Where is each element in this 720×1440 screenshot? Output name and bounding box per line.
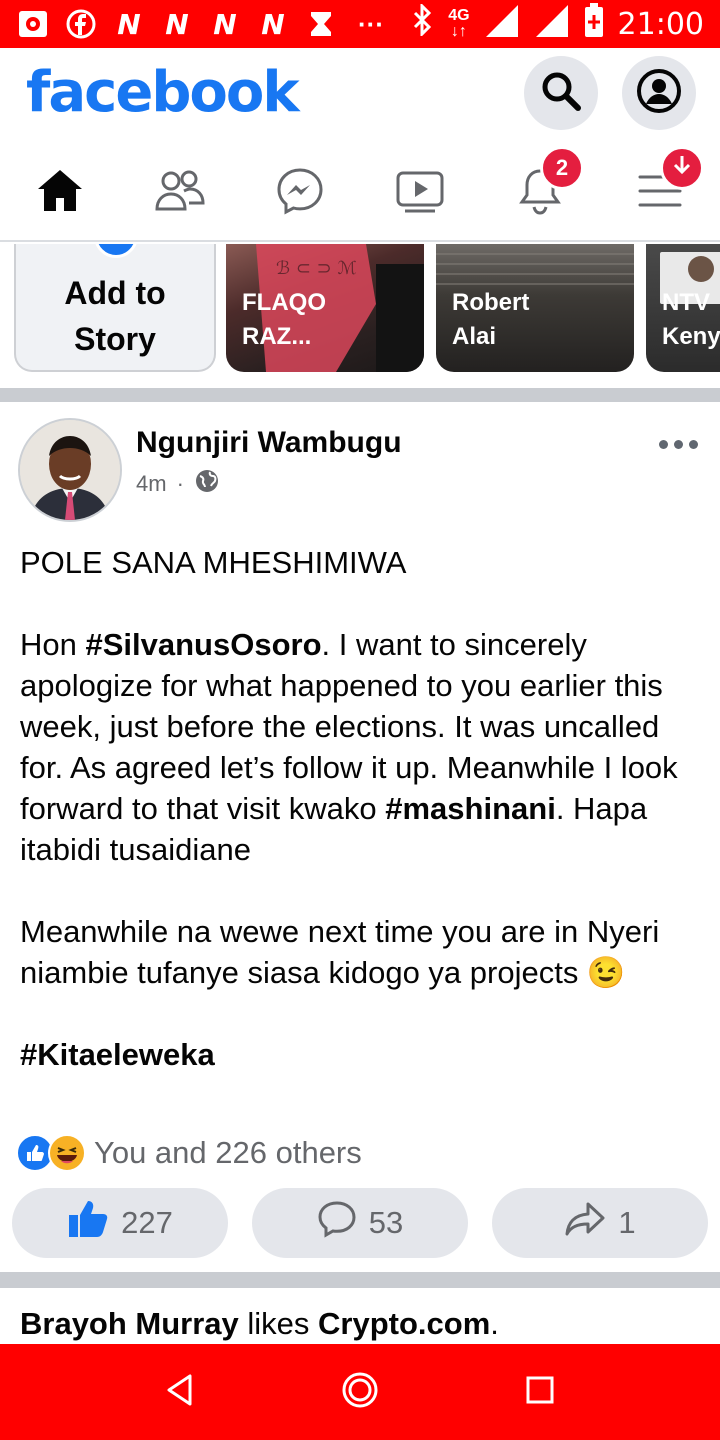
post-paragraph: Hon #SilvanusOsoro. I want to sincerely … [20,624,710,870]
home-nav-icon [341,1371,379,1414]
post-paragraph: #Kitaeleweka [20,1034,710,1075]
comment-count: 53 [368,1205,404,1240]
story-card[interactable]: Robert Alai [436,244,634,372]
tab-menu[interactable] [620,146,704,228]
facebook-logo[interactable]: facebook [26,60,300,125]
author-photo [20,420,120,520]
hourglass-icon [304,9,338,39]
profile-button[interactable] [622,56,696,130]
tab-messenger[interactable] [260,158,340,228]
system-nav-bar [0,1344,720,1440]
stories-tray: Add to Story ℬ ⊂ ⊃ ℳ FLAQO RAZ... Robert… [0,244,720,388]
tab-friends[interactable] [140,158,220,228]
signal-icon [534,3,570,45]
like-button[interactable]: 227 [12,1188,228,1258]
post-meta: 4m · [136,468,220,500]
friends-icon [154,168,206,219]
search-icon [539,69,583,118]
haha-reaction-icon [48,1134,86,1172]
status-right: 4G ↓↑ 21:00 [412,2,704,45]
battery-icon [584,3,604,45]
feed-divider [0,388,720,402]
globe-icon [194,468,220,500]
next-post-header: Brayoh Murray likes Crypto.com. [0,1288,720,1344]
back-icon [165,1373,195,1412]
n-app-icon: N [261,7,285,41]
recents-button[interactable] [520,1372,560,1412]
post-text: POLE SANA MHESHIMIWA Hon #SilvanusOsoro. … [20,542,710,1075]
like-count: 227 [121,1205,173,1240]
share-button[interactable]: 1 [492,1188,708,1258]
add-story-card[interactable]: Add to Story [14,244,216,372]
share-icon [564,1201,606,1245]
tab-home[interactable] [20,158,100,228]
story-name: NTV Keny [662,289,720,350]
watch-icon [395,168,445,219]
like-icon [67,1199,109,1247]
comment-button[interactable]: 53 [252,1188,468,1258]
download-arrow-icon [672,154,692,182]
home-nav-button[interactable] [340,1372,380,1412]
tab-watch[interactable] [380,158,460,228]
back-button[interactable] [160,1372,200,1412]
facebook-icon [64,9,98,39]
story-card[interactable]: NTV Keny [646,244,720,372]
meta-separator: · [176,471,184,496]
post-blank-line [20,583,710,624]
next-post-verb: likes [238,1306,319,1341]
tab-bar: 2 [0,144,720,242]
more-icons: ··· [358,8,384,39]
app-header: facebook [0,48,720,144]
post-time[interactable]: 4m [136,471,167,497]
story-card[interactable]: ℬ ⊂ ⊃ ℳ FLAQO RAZ... [226,244,424,372]
post-text-segment: Hon [20,627,86,662]
notification-badge: 2 [540,146,584,190]
reaction-count-text: You and 226 others [94,1135,362,1170]
hashtag-link[interactable]: #SilvanusOsoro [85,627,321,662]
post-text-segment: POLE SANA MHESHIMIWA [20,545,407,580]
bluetooth-icon [412,2,434,44]
hashtag-link[interactable]: #mashinani [385,791,556,826]
comment-icon [317,1200,357,1246]
feed-divider [0,1272,720,1288]
network-label: 4G [448,7,470,24]
notification-icon [16,9,50,39]
status-left: N N N N ··· [16,7,384,41]
network-type: 4G ↓↑ [448,7,470,40]
story-name: Robert Alai [452,289,530,350]
signal-icon [484,3,520,45]
update-badge [660,146,704,190]
clock: 21:00 [617,6,704,42]
post-blank-line [20,870,710,911]
tab-notifications[interactable]: 2 [500,146,584,228]
author-avatar[interactable] [18,418,122,522]
reaction-summary[interactable]: You and 226 others [16,1134,362,1172]
post-paragraph: Meanwhile na wewe next time you are in N… [20,911,710,993]
next-post-page[interactable]: Crypto.com [318,1306,490,1341]
feed-post: Ngunjiri Wambugu 4m · POLE SANA MHESHIMI… [0,402,720,1272]
hashtag-link[interactable]: #Kitaeleweka [20,1037,215,1072]
story-thumbnail-face [688,256,714,282]
svg-text:ℬ ⊂ ⊃ ℳ: ℬ ⊂ ⊃ ℳ [276,258,357,279]
recents-icon [525,1375,555,1410]
next-post-end: . [490,1306,499,1341]
post-paragraph: POLE SANA MHESHIMIWA [20,542,710,583]
n-app-icon: N [213,7,237,41]
add-story-label: Add to Story [64,275,166,357]
post-blank-line [20,993,710,1034]
story-name: FLAQO RAZ... [242,289,326,350]
share-count: 1 [618,1205,636,1240]
messenger-icon [275,166,325,221]
add-story-plus-icon [94,244,138,258]
n-app-icon: N [165,7,189,41]
search-button[interactable] [524,56,598,130]
post-text-segment: Meanwhile na wewe next time you are in N… [20,914,660,990]
n-app-icon: N [117,7,141,41]
post-options-icon[interactable] [659,440,698,449]
status-bar: N N N N ··· 4G ↓↑ 21:00 [0,0,720,48]
post-author[interactable]: Ngunjiri Wambugu [136,426,402,460]
home-icon [35,167,85,220]
profile-icon [635,67,683,120]
next-post-actor[interactable]: Brayoh Murray [20,1306,239,1341]
